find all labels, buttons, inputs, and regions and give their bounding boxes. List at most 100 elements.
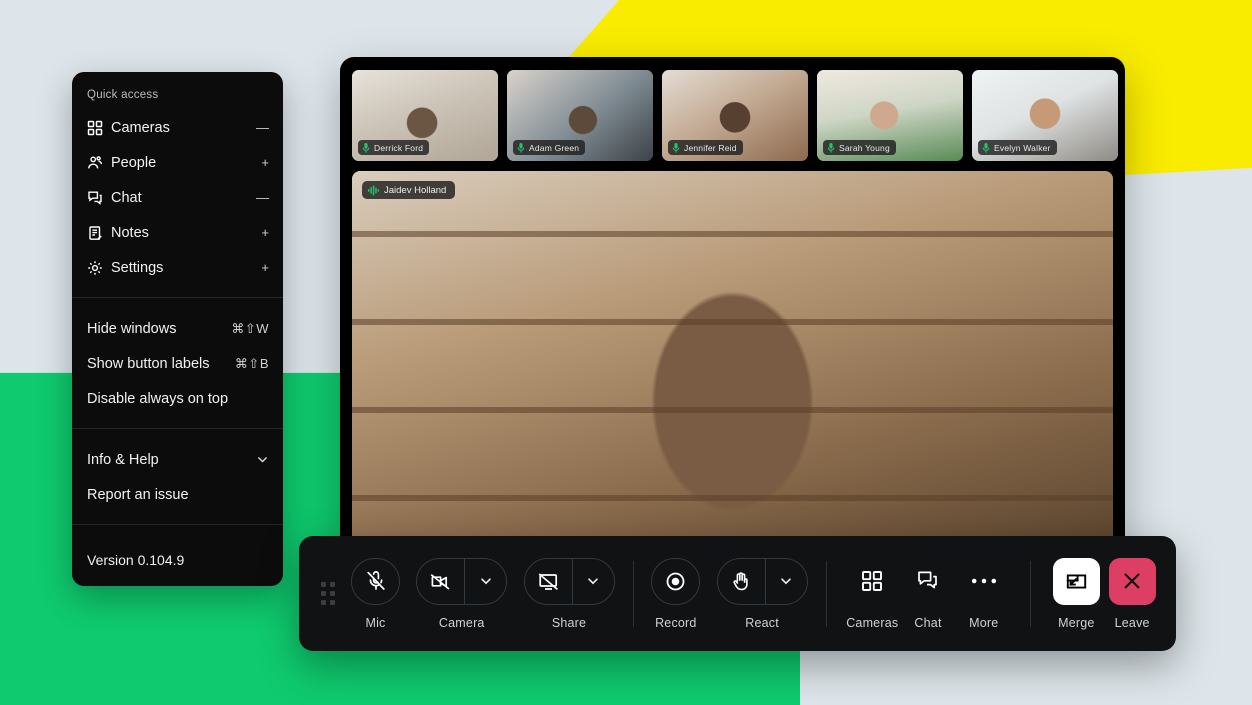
react-button-group[interactable] [716, 557, 808, 605]
active-speaker-stage[interactable]: Jaidev Holland [352, 171, 1113, 543]
mic-on-icon [517, 142, 525, 153]
mic-on-icon [827, 142, 835, 153]
close-icon [1120, 569, 1144, 593]
menu-item-label: Settings [111, 259, 164, 276]
settings-icon [87, 260, 111, 276]
participant-name: Derrick Ford [374, 142, 424, 153]
leave-button[interactable] [1108, 557, 1156, 605]
toolbar-control-mic[interactable]: Mic [351, 557, 400, 630]
participant-name-badge: Jennifer Reid [668, 140, 743, 155]
menu-item-show-button-labels[interactable]: Show button labels ⌘⇧B [72, 346, 283, 381]
mic-off-icon [352, 559, 399, 604]
react-menu-chevron-down-icon[interactable] [766, 574, 807, 588]
menu-item-hide-windows[interactable]: Hide windows ⌘⇧W [72, 311, 283, 346]
plus-icon[interactable]: + [255, 156, 269, 169]
participant-name: Evelyn Walker [994, 142, 1051, 153]
participant-name: Jennifer Reid [684, 142, 737, 153]
plus-icon[interactable]: + [255, 261, 269, 274]
chat-label: Chat [914, 615, 942, 630]
menu-item-disable-always-on-top[interactable]: Disable always on top [72, 381, 283, 416]
record-icon [652, 559, 699, 604]
participant-name: Sarah Young [839, 142, 890, 153]
camera-off-icon[interactable] [417, 559, 464, 604]
menu-item-label: Info & Help [87, 451, 159, 468]
toolbar-control-react[interactable]: React [716, 557, 808, 630]
minus-icon[interactable]: — [255, 191, 269, 204]
record-button[interactable] [651, 557, 701, 605]
camera-button-group[interactable] [416, 557, 508, 605]
participant-name-badge: Adam Green [513, 140, 586, 155]
meeting-toolbar: Mic Camera Share Record React Cameras Ch… [299, 536, 1176, 651]
menu-item-cameras[interactable]: Cameras — [72, 110, 283, 145]
menu-item-chat[interactable]: Chat — [72, 180, 283, 215]
menu-item-label: Cameras [111, 119, 170, 136]
notes-icon [87, 225, 111, 241]
cameras-label: Cameras [846, 615, 899, 630]
plus-icon[interactable]: + [255, 226, 269, 239]
quick-access-menu: Quick access Cameras — People + Chat — N… [72, 72, 283, 586]
grid-icon [861, 558, 883, 605]
toolbar-control-cameras[interactable]: Cameras [844, 558, 900, 630]
participant-thumbnail[interactable]: Derrick Ford [352, 70, 498, 161]
participant-name-badge: Evelyn Walker [978, 140, 1057, 155]
chat-icon [87, 190, 111, 206]
toolbar-control-chat[interactable]: Chat [900, 558, 956, 630]
quick-access-panel-items: Cameras — People + Chat — Notes + Settin… [72, 110, 283, 297]
shortcut-hint: ⌘⇧W [231, 320, 269, 336]
active-speaker-name-badge: Jaidev Holland [362, 181, 456, 199]
toolbar-control-more[interactable]: More [956, 558, 1012, 630]
toolbar-control-record[interactable]: Record [651, 557, 701, 630]
screen-off-icon[interactable] [525, 559, 572, 604]
share-menu-chevron-down-icon[interactable] [573, 574, 614, 588]
quick-access-header: Quick access [87, 89, 159, 101]
participant-name-badge: Derrick Ford [358, 140, 430, 155]
minus-icon[interactable]: — [255, 121, 269, 134]
toolbar-action-leave[interactable]: Leave [1104, 557, 1160, 630]
active-speaker-video [352, 171, 1113, 543]
version-label: Version 0.104.9 [87, 552, 185, 568]
more-label: More [969, 615, 999, 630]
toolbar-control-share[interactable]: Share [523, 557, 615, 630]
menu-item-settings[interactable]: Settings + [72, 250, 283, 285]
merge-icon [1064, 569, 1089, 594]
quick-access-panel-version: Version 0.104.9 [72, 524, 283, 586]
react-label: React [745, 615, 779, 630]
participant-thumbnail-strip: Derrick Ford Adam Green Jennifer Reid Sa… [352, 70, 1118, 161]
menu-item-label: Report an issue [87, 486, 189, 503]
active-speaker-name: Jaidev Holland [384, 184, 447, 196]
menu-item-info-help[interactable]: Info & Help [72, 442, 283, 477]
toolbar-control-camera[interactable]: Camera [416, 557, 508, 630]
chat-icon [916, 558, 940, 605]
people-icon [87, 155, 111, 171]
participant-thumbnail[interactable]: Jennifer Reid [662, 70, 808, 161]
shortcut-hint: ⌘⇧B [234, 355, 269, 371]
share-button-group[interactable] [523, 557, 615, 605]
share-label: Share [551, 615, 587, 630]
mic-on-icon [362, 142, 370, 153]
menu-item-people[interactable]: People + [72, 145, 283, 180]
participant-name-badge: Sarah Young [823, 140, 896, 155]
menu-item-label: People [111, 154, 157, 171]
toolbar-divider [632, 560, 634, 627]
raised-hand-icon[interactable] [718, 559, 765, 604]
menu-item-notes[interactable]: Notes + [72, 215, 283, 250]
menu-item-label: Disable always on top [87, 390, 229, 407]
participant-thumbnail[interactable]: Sarah Young [817, 70, 963, 161]
merge-button[interactable] [1052, 557, 1100, 605]
menu-item-label: Hide windows [87, 320, 177, 337]
mic-button[interactable] [351, 557, 400, 605]
merge-label: Merge [1058, 615, 1095, 630]
camera-label: Camera [438, 615, 485, 630]
ellipsis-icon [971, 558, 997, 605]
menu-item-label: Show button labels [87, 355, 210, 372]
menu-item-label: Notes [111, 224, 149, 241]
menu-item-report-an-issue[interactable]: Report an issue [72, 477, 283, 512]
toolbar-action-merge[interactable]: Merge [1048, 557, 1104, 630]
participant-thumbnail[interactable]: Evelyn Walker [972, 70, 1118, 161]
mic-label: Mic [365, 615, 386, 630]
chevron-down-icon[interactable] [255, 453, 269, 466]
drag-handle[interactable] [321, 582, 335, 605]
menu-item-label: Chat [111, 189, 142, 206]
camera-menu-chevron-down-icon[interactable] [465, 574, 506, 588]
participant-thumbnail[interactable]: Adam Green [507, 70, 653, 161]
